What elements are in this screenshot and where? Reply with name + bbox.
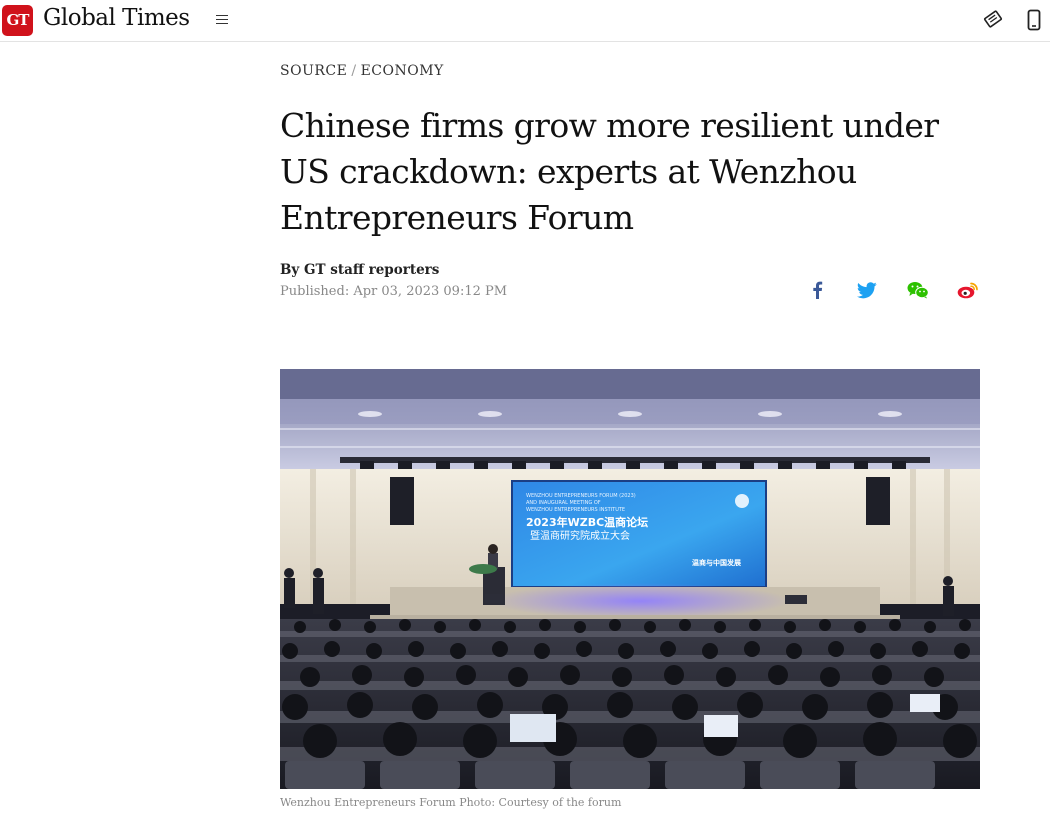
twitter-icon[interactable] <box>856 279 878 301</box>
weibo-icon[interactable] <box>957 279 979 301</box>
site-logo-text[interactable]: Global Times <box>43 5 190 31</box>
article-byline: By GT staff reporters <box>280 262 440 278</box>
photo-caption: Wenzhou Entrepreneurs Forum Photo: Court… <box>280 796 622 809</box>
breadcrumb-separator: / <box>351 63 357 79</box>
screen-text-line1: WENZHOU ENTREPRENEURS FORUM (2023) <box>526 493 636 499</box>
hamburger-menu-icon[interactable] <box>214 12 230 28</box>
article-title: Chinese firms grow more resilient under … <box>280 106 939 237</box>
site-header: GT Global Times <box>0 0 1050 42</box>
facebook-icon[interactable] <box>806 279 828 301</box>
screen-title-line2: 暨温商研究院成立大会 <box>530 529 630 542</box>
published-date: Published: Apr 03, 2023 09:12 PM <box>280 284 508 299</box>
wechat-icon[interactable] <box>907 279 929 301</box>
article-photo: WENZHOU ENTREPRENEURS FORUM (2023) AND I… <box>280 369 980 789</box>
newspaper-icon[interactable] <box>983 9 1003 29</box>
screen-text-line2: AND INAUGURAL MEETING OF <box>526 500 601 506</box>
logo-badge[interactable]: GT <box>2 5 33 36</box>
screen-text-line3: WENZHOU ENTREPRENEURS INSTITUTE <box>526 507 625 513</box>
breadcrumb: SOURCE / ECONOMY <box>280 63 444 79</box>
screen-title-line1: 2023年WZBC温商论坛 <box>526 515 648 529</box>
breadcrumb-section-link[interactable]: SOURCE <box>280 63 347 79</box>
screen-badge-text: 温商与中国发展 <box>692 558 742 567</box>
breadcrumb-subsection-link[interactable]: ECONOMY <box>361 63 444 79</box>
mobile-phone-icon[interactable] <box>1026 9 1042 31</box>
